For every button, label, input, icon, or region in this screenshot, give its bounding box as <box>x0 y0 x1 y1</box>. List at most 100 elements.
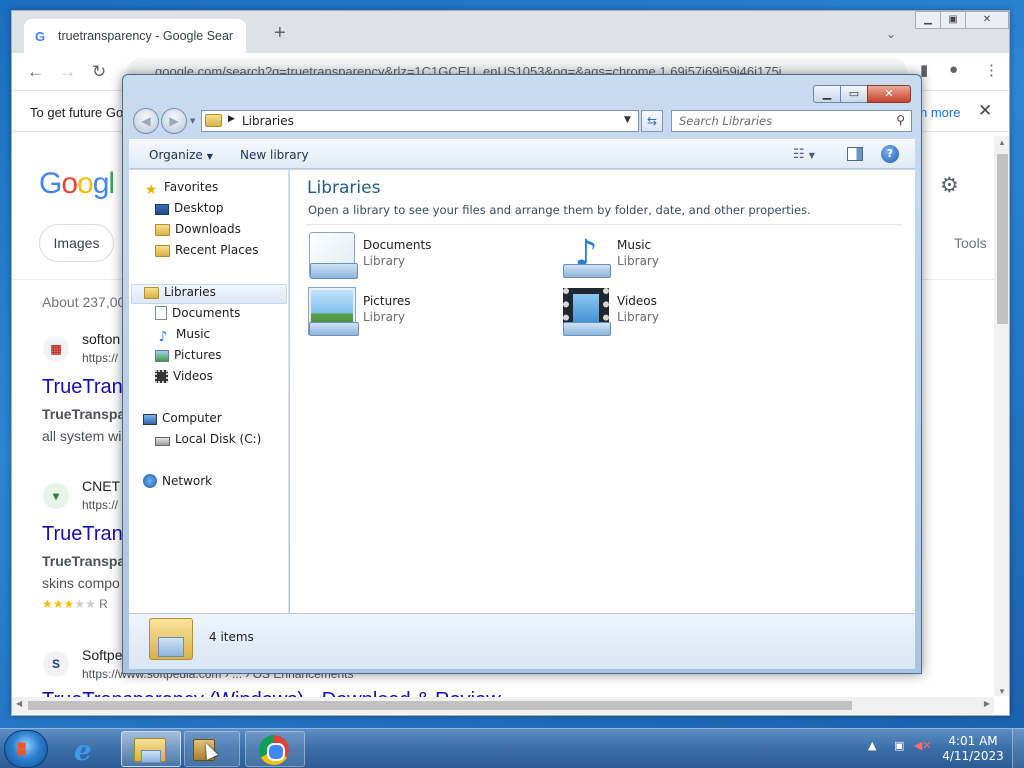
cnet-favicon-icon: ▾ <box>43 483 69 509</box>
desktop-icon <box>155 204 169 215</box>
nav-pictures[interactable]: Pictures <box>155 348 222 368</box>
scroll-right-icon[interactable]: ▶ <box>984 699 990 708</box>
nav-music[interactable]: ♪ Music <box>155 327 211 347</box>
close-button[interactable]: ✕ <box>867 85 911 103</box>
chrome-maximize-button[interactable]: ▣ <box>940 11 966 29</box>
result-url: https:// <box>82 498 119 512</box>
tools-button[interactable]: Tools <box>954 235 987 251</box>
library-name: Music <box>617 238 652 252</box>
result-snippet: TrueTranspa <box>42 553 126 569</box>
library-videos[interactable]: Videos Library <box>563 288 793 338</box>
address-bar[interactable]: ▶ Libraries ▼ <box>201 110 639 132</box>
breadcrumb-libraries[interactable]: Libraries <box>242 114 294 128</box>
infobar-close-icon[interactable]: ✕ <box>978 101 992 121</box>
library-name: Pictures <box>363 294 411 308</box>
maximize-button[interactable]: ▭ <box>840 85 868 103</box>
internet-explorer-icon: e <box>74 734 92 767</box>
nav-computer[interactable]: Computer <box>143 411 222 431</box>
chrome-tabstrip: G truetransparency - Google Search + ⌄ ▁… <box>12 11 1009 53</box>
google-logo[interactable]: Googl <box>39 167 115 201</box>
softpedia-favicon-icon: S <box>43 651 69 677</box>
clock[interactable]: 4:01 AM 4/11/2023 <box>938 734 1008 764</box>
library-documents[interactable]: Documents Library <box>309 232 539 282</box>
vertical-scrollbar[interactable]: ▲ ▼ <box>994 136 1009 696</box>
settings-gear-icon[interactable]: ⚙ <box>940 173 959 198</box>
new-library-button[interactable]: New library <box>240 148 309 162</box>
google-favicon-icon: G <box>35 29 46 44</box>
result-title-link[interactable]: TrueTran <box>42 376 123 399</box>
content-pane: Libraries Open a library to see your fil… <box>290 170 915 613</box>
help-icon[interactable]: ? <box>881 145 899 163</box>
recent-places-icon <box>155 245 170 257</box>
scrollbar-thumb[interactable] <box>997 154 1008 324</box>
taskbar-windows-explorer[interactable] <box>121 731 181 767</box>
organize-button[interactable]: Organize ▼ <box>149 148 213 162</box>
chrome-menu-icon[interactable]: ⋮ <box>984 61 999 79</box>
scroll-down-icon[interactable]: ▼ <box>998 687 1006 696</box>
libraries-icon <box>144 287 159 299</box>
result-title-link[interactable]: TrueTran <box>42 523 123 546</box>
network-tray-icon[interactable]: ▣ <box>894 739 904 752</box>
nav-favorites[interactable]: ★ Favorites <box>143 180 219 200</box>
item-count: 4 items <box>209 630 254 644</box>
result-snippet: skins compo <box>42 575 120 591</box>
search-icon: ⚲ <box>896 113 905 127</box>
breadcrumb-arrow-icon[interactable]: ▶ <box>228 114 235 124</box>
result-site: softon <box>82 331 121 347</box>
taskbar-internet-explorer[interactable]: e <box>64 731 118 767</box>
divider <box>306 224 902 225</box>
tab-title: truetransparency - Google Search <box>58 29 233 43</box>
start-button[interactable] <box>4 730 48 768</box>
chrome-close-button[interactable]: ✕ <box>965 11 1009 29</box>
back-arrow-icon[interactable]: ← <box>27 62 44 82</box>
chrome-window-controls: ▁ ▣ ✕ <box>915 11 1009 29</box>
library-music[interactable]: ♪ Music Library <box>563 232 793 282</box>
chrome-tab[interactable]: G truetransparency - Google Search <box>24 19 246 53</box>
recent-pages-chevron-icon[interactable]: ▼ <box>190 117 195 125</box>
tab-search-chevron-icon[interactable]: ⌄ <box>886 27 896 41</box>
library-type: Library <box>363 254 405 268</box>
profile-avatar-icon[interactable]: ● <box>949 61 958 78</box>
new-tab-icon[interactable]: + <box>274 22 286 45</box>
music-note-icon: ♪ <box>158 329 168 345</box>
address-dropdown-icon[interactable]: ▼ <box>624 115 631 125</box>
nav-network[interactable]: Network <box>143 474 212 494</box>
nav-local-disk[interactable]: Local Disk (C:) <box>155 432 261 452</box>
preview-pane-icon[interactable] <box>847 147 863 161</box>
forward-arrow-icon[interactable]: → <box>59 62 76 82</box>
taskbar-chrome[interactable] <box>245 731 305 767</box>
chrome-icon <box>259 735 289 765</box>
images-chip[interactable]: Images <box>39 224 114 262</box>
refresh-button[interactable]: ⇆ <box>641 110 663 132</box>
search-box[interactable]: ⚲ <box>671 110 912 132</box>
scroll-left-icon[interactable]: ◀ <box>16 699 22 708</box>
back-button[interactable]: ◀ <box>133 108 159 134</box>
scrollbar-thumb[interactable] <box>28 701 852 710</box>
show-hidden-icons-icon[interactable]: ▲ <box>868 739 876 752</box>
volume-muted-icon[interactable]: ◀✕ <box>914 739 932 752</box>
nav-libraries[interactable]: Libraries <box>131 284 287 304</box>
system-tray: ▲ ▣ ◀✕ <box>868 739 932 752</box>
search-input[interactable] <box>672 111 882 131</box>
command-bar: Organize ▼ New library ☷ ▼ ? <box>129 139 915 169</box>
clock-date: 4/11/2023 <box>942 749 1004 763</box>
scroll-up-icon[interactable]: ▲ <box>998 138 1006 147</box>
result-site: CNET <box>82 478 121 494</box>
nav-videos[interactable]: Videos <box>155 369 213 389</box>
minimize-button[interactable]: ▁ <box>813 85 841 103</box>
clock-time: 4:01 AM <box>948 734 998 748</box>
show-desktop-button[interactable] <box>1012 729 1024 768</box>
library-pictures[interactable]: Pictures Library <box>308 287 539 338</box>
infobar-learn-more-link[interactable]: n more <box>920 105 960 120</box>
forward-button[interactable]: ▶ <box>161 108 187 134</box>
nav-documents[interactable]: Documents <box>155 306 240 326</box>
horizontal-scrollbar[interactable]: ◀ ▶ <box>12 697 994 714</box>
reload-icon[interactable]: ↻ <box>92 62 106 82</box>
nav-recent-places[interactable]: Recent Places <box>155 243 258 263</box>
nav-desktop[interactable]: Desktop <box>155 201 224 221</box>
nav-downloads[interactable]: Downloads <box>155 222 241 242</box>
change-view-icon[interactable]: ☷ ▼ <box>793 147 815 162</box>
film-icon <box>155 370 168 383</box>
page-title: Libraries <box>307 178 381 198</box>
chrome-minimize-button[interactable]: ▁ <box>915 11 941 29</box>
